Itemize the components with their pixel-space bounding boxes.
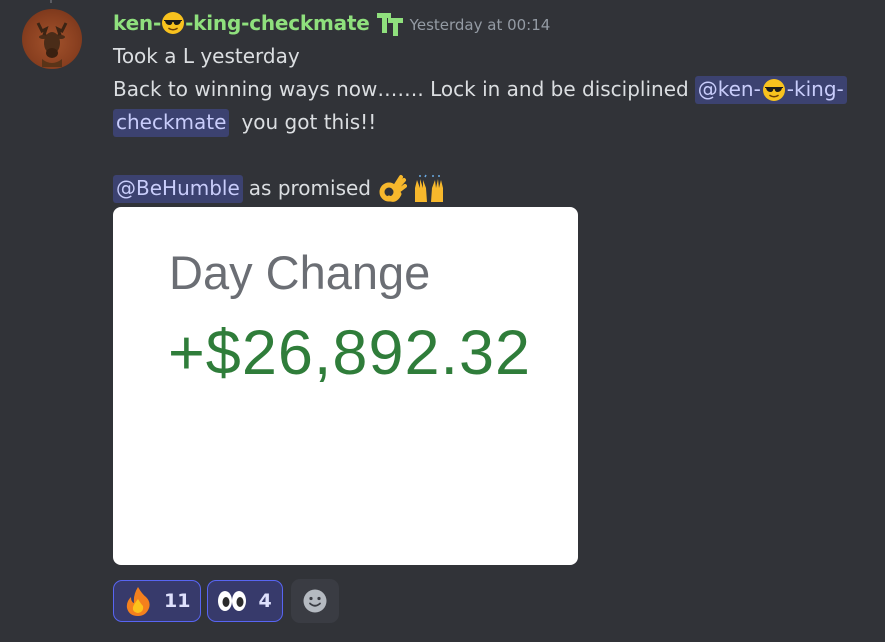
reaction-count: 4	[258, 590, 272, 612]
sunglasses-emoji-icon	[162, 12, 185, 34]
avatar[interactable]	[22, 9, 82, 69]
raised-hands-emoji-icon	[415, 174, 443, 202]
message-text: Back to winning ways now……. Lock in and …	[113, 77, 689, 101]
message-text: you got this!!	[241, 110, 377, 134]
user-mention[interactable]: @ken- -king-	[694, 75, 847, 104]
mention-suffix: -king-	[786, 77, 844, 101]
mention-continuation: checkmate	[116, 110, 227, 134]
user-mention[interactable]: checkmate	[113, 108, 230, 137]
reaction-fire[interactable]: 11	[113, 580, 202, 622]
timestamp[interactable]: Yesterday at 00:14	[410, 16, 551, 34]
tt-role-icon[interactable]	[376, 9, 404, 37]
moose-head-image	[36, 22, 68, 67]
sunglasses-emoji-icon	[762, 78, 785, 101]
message-text: as promised	[248, 176, 371, 200]
ok-hand-emoji-icon	[379, 174, 407, 202]
add-reaction-button[interactable]	[290, 579, 339, 623]
image-attachment[interactable]: Day Change +$26,892.32	[113, 207, 578, 565]
day-change-label: Day Change	[169, 246, 431, 299]
day-change-value: +$26,892.32	[168, 318, 532, 388]
mention-prefix: @ken-	[697, 77, 761, 101]
add-reaction-icon	[303, 589, 327, 613]
fire-icon	[126, 587, 150, 616]
author-name-prefix: ken-	[113, 11, 162, 35]
reaction-eyes[interactable]: 4	[207, 580, 283, 622]
message-line: Took a L yesterday	[113, 40, 873, 73]
message-line: @BeHumble as promised	[113, 172, 873, 205]
divider	[50, 0, 52, 3]
message-line: Back to winning ways now……. Lock in and …	[113, 73, 873, 106]
mention-name: @BeHumble	[116, 176, 240, 200]
user-mention[interactable]: @BeHumble	[113, 174, 243, 203]
reaction-count: 11	[164, 590, 191, 612]
message-header: ken- -king-checkmate Yesterday at 00:14	[113, 8, 550, 38]
eyes-icon	[218, 591, 247, 611]
message: ken- -king-checkmate Yesterday at 00:14 …	[0, 0, 885, 642]
message-text: Took a L yesterday	[113, 44, 300, 68]
reactions-bar: 11 4	[113, 579, 339, 623]
author-name-suffix: -king-checkmate	[185, 11, 370, 35]
message-line: checkmate you got this!!	[113, 106, 873, 139]
message-content: Took a L yesterday Back to winning ways …	[113, 40, 873, 205]
author-name[interactable]: ken- -king-checkmate	[113, 11, 370, 35]
